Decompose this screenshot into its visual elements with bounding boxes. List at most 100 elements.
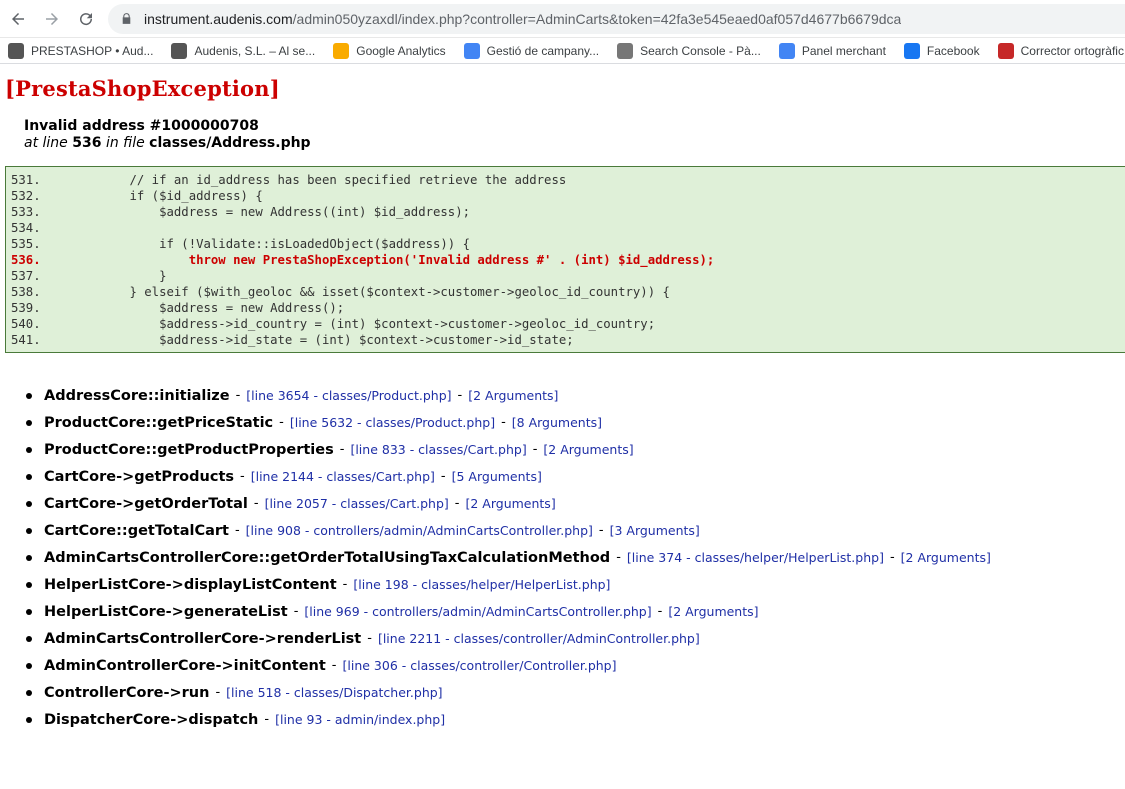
trace-item: AddressCore::initialize - [line 3654 - cla…	[26, 382, 1125, 409]
code-line: 536. throw new PrestaShopException('Inva…	[11, 252, 1125, 268]
reload-button[interactable]	[70, 3, 102, 35]
trace-separator: -	[440, 469, 446, 484]
bookmark-item[interactable]: audenis-icon Audenis, S.L. – Al se...	[171, 42, 316, 59]
bookmark-label: Corrector ortogràfic...	[1020, 43, 1125, 58]
code-line: 541. $address->id_state = (int) $context…	[11, 332, 1125, 348]
bookmark-item[interactable]: corrector-icon Corrector ortogràfic...	[997, 42, 1125, 59]
corrector-icon: corrector-icon	[997, 42, 1014, 59]
trace-arguments-link[interactable]: [5 Arguments]	[452, 469, 542, 484]
trace-function: CartCore::getTotalCart	[44, 522, 229, 539]
trace-function: AdminCartsControllerCore->renderList	[44, 630, 362, 647]
trace-separator: -	[501, 415, 506, 430]
trace-location-link[interactable]: [line 833 - classes/Cart.php]	[350, 442, 526, 457]
code-line-number: 531.	[11, 173, 41, 187]
trace-location-link[interactable]: [line 2144 - classes/Cart.php]	[251, 469, 435, 484]
code-line-number: 540.	[11, 317, 41, 331]
code-line: 539. $address = new Address();	[11, 300, 1125, 316]
code-line: 534.	[11, 220, 1125, 236]
trace-function: HelperListCore->displayListContent	[44, 576, 337, 593]
code-line-text: $address->id_country = (int) $context->c…	[40, 317, 656, 331]
trace-function: AddressCore::initialize	[44, 387, 230, 404]
merchant-icon: merchant-icon	[778, 42, 795, 59]
stack-trace: AddressCore::initialize- [line 3654 - cla…	[26, 382, 1125, 733]
trace-arguments-link[interactable]: [2 Arguments]	[668, 604, 758, 619]
bookmark-item[interactable]: prestashop-icon PRESTASHOP • Aud...	[8, 42, 154, 59]
trace-arguments-link[interactable]: [2 Arguments]	[465, 496, 555, 511]
trace-separator: -	[657, 604, 663, 619]
trace-function: HelperListCore->generateList	[44, 603, 288, 620]
trace-function: ProductCore::getPriceStatic	[44, 414, 274, 431]
bullet-icon	[26, 500, 32, 507]
exception-message: Invalid address #1000000708 at line 536 …	[24, 118, 1125, 152]
code-line-text: $address = new Address();	[40, 301, 345, 315]
trace-location-link[interactable]: [line 518 - classes/Dispatcher.php]	[226, 685, 442, 700]
trace-item: AdminCartsControllerCore::getOrderTotalU…	[26, 544, 1125, 571]
bookmark-label: Search Console - Pà...	[640, 43, 761, 58]
bookmark-item[interactable]: facebook-icon Facebook	[903, 42, 980, 59]
code-line: 540. $address->id_country = (int) $conte…	[11, 316, 1125, 332]
code-line-number: 541.	[11, 333, 41, 347]
trace-location-link[interactable]: [line 93 - admin/index.php]	[275, 712, 445, 727]
bookmark-item[interactable]: analytics-icon Google Analytics	[333, 42, 446, 59]
trace-location-link[interactable]: [line 374 - classes/helper/HelperList.ph…	[627, 550, 884, 565]
back-button[interactable]	[2, 3, 34, 35]
trace-function: ControllerCore->run	[44, 684, 210, 701]
search-console-icon: search-console-icon	[617, 42, 634, 59]
bullet-icon	[26, 716, 32, 723]
trace-separator: -	[598, 523, 604, 538]
trace-separator: -	[293, 604, 299, 619]
trace-separator: -	[331, 658, 337, 673]
code-line-text: $address->id_state = (int) $context->cus…	[40, 333, 574, 347]
trace-location-link[interactable]: [line 198 - classes/helper/HelperList.ph…	[353, 577, 610, 592]
trace-arguments-link[interactable]: [2 Arguments]	[468, 388, 558, 403]
bullet-icon	[26, 635, 32, 642]
bookmark-label: Panel merchant	[801, 43, 886, 58]
bullet-icon	[26, 554, 32, 561]
trace-function: AdminCartsControllerCore::getOrderTotalU…	[44, 549, 611, 566]
code-line: 532. if ($id_address) {	[11, 188, 1125, 204]
forward-button[interactable]	[36, 3, 68, 35]
lock-icon	[120, 12, 134, 26]
code-snippet: 531. // if an id_address has been specif…	[5, 166, 1125, 353]
trace-location-link[interactable]: [line 5632 - classes/Product.php]	[290, 415, 495, 430]
trace-arguments-link[interactable]: [2 Arguments]	[901, 550, 991, 565]
code-line-number: 534.	[11, 221, 41, 235]
trace-function: CartCore->getProducts	[44, 468, 235, 485]
trace-item: ControllerCore->run - [line 518 - classes/…	[26, 679, 1125, 706]
trace-item: ProductCore::getPriceStatic - [line 5632 -…	[26, 409, 1125, 436]
reload-icon	[80, 12, 93, 25]
code-line-text: throw new PrestaShopException('Invalid a…	[40, 253, 715, 267]
trace-location-link[interactable]: [line 908 - controllers/admin/AdminCarts…	[246, 523, 593, 538]
trace-location-link[interactable]: [line 2211 - classes/controller/AdminCon…	[378, 631, 700, 646]
bookmark-label: PRESTASHOP • Aud...	[31, 43, 154, 58]
trace-arguments-link[interactable]: [2 Arguments]	[543, 442, 633, 457]
trace-location-link[interactable]: [line 3654 - classes/Product.php]	[246, 388, 451, 403]
trace-separator: -	[240, 469, 245, 484]
trace-item: CartCore->getProducts - [line 2144 - class…	[26, 463, 1125, 490]
code-line-text: $address = new Address((int) $id_address…	[40, 205, 471, 219]
trace-arguments-link[interactable]: [3 Arguments]	[610, 523, 700, 538]
trace-location-link[interactable]: [line 2057 - classes/Cart.php]	[265, 496, 449, 511]
code-line: 537. }	[11, 268, 1125, 284]
trace-separator: -	[253, 496, 259, 511]
trace-function: AdminControllerCore->initContent	[44, 657, 326, 674]
url-path: /admin050yzaxdl/index.php?controller=Adm…	[292, 10, 902, 27]
page-content: [PrestaShopException] Invalid address #1…	[0, 76, 1125, 733]
bookmark-label: Audenis, S.L. – Al se...	[194, 43, 316, 58]
trace-item: AdminControllerCore->initContent - [line 3…	[26, 652, 1125, 679]
trace-arguments-link[interactable]: [8 Arguments]	[512, 415, 602, 430]
trace-item: ProductCore::getProductProperties - [line …	[26, 436, 1125, 463]
trace-item: HelperListCore->displayListContent - [line…	[26, 571, 1125, 598]
trace-function: ProductCore::getProductProperties	[44, 441, 334, 458]
bookmark-item[interactable]: merchant-icon Panel merchant	[778, 42, 886, 59]
trace-location-link[interactable]: [line 969 - controllers/admin/AdminCarts…	[304, 604, 651, 619]
bookmark-item[interactable]: search-console-icon Search Console - Pà..…	[617, 42, 761, 59]
code-line-number: 537.	[11, 269, 41, 283]
bookmark-item[interactable]: google-ads-icon Gestió de campany...	[463, 42, 599, 59]
trace-separator: -	[264, 712, 270, 727]
trace-separator: -	[279, 415, 284, 430]
prestashop-icon: prestashop-icon	[8, 42, 24, 59]
trace-location-link[interactable]: [line 306 - classes/controller/Controlle…	[343, 658, 617, 673]
bullet-icon	[26, 527, 32, 534]
address-bar[interactable]: instrument.audenis.com/admin050yzaxdl/in…	[108, 3, 1125, 34]
